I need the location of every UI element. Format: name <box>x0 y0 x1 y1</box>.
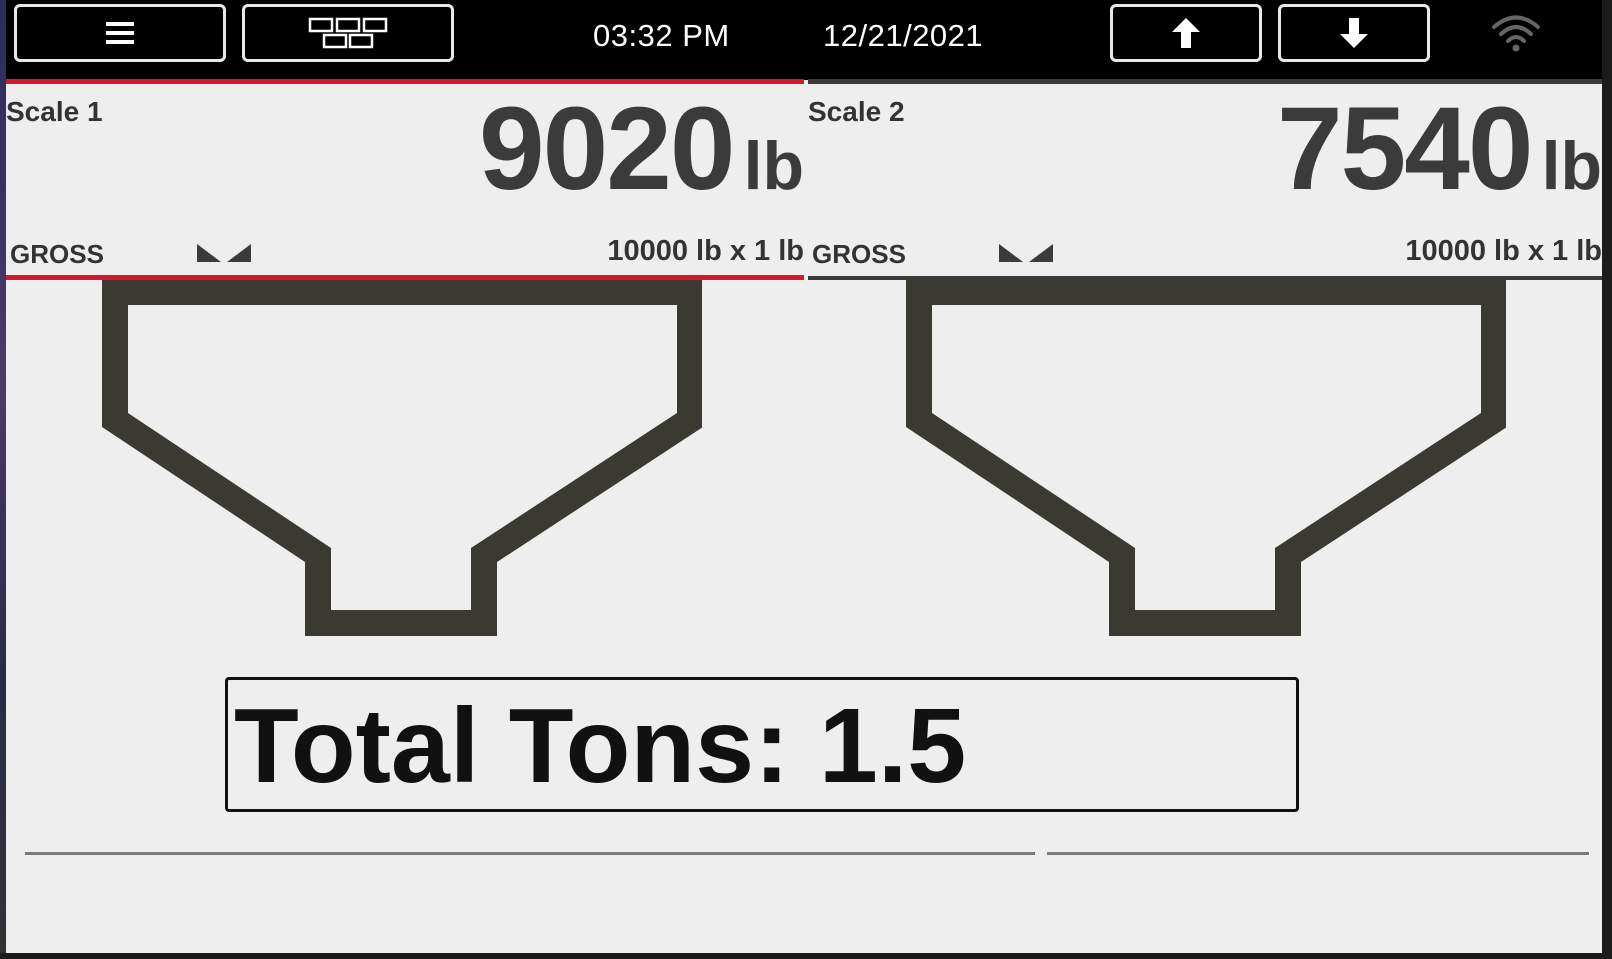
scale-2-capacity: 10000 lb x 1 lb <box>1405 235 1602 267</box>
bottom-divider-right <box>1047 852 1589 855</box>
scale-2-weight-unit: lb <box>1541 128 1602 204</box>
scale-1-weight-unit: lb <box>743 128 804 204</box>
scroll-up-button[interactable] <box>1110 4 1262 62</box>
menu-button[interactable] <box>14 4 226 62</box>
arrow-up-icon <box>1172 18 1200 48</box>
right-frame-edge <box>1602 0 1612 959</box>
scale-2-weight-display: 7540 lb <box>1277 90 1602 208</box>
hamburger-menu-icon <box>106 22 134 44</box>
wifi-icon <box>1492 15 1540 52</box>
bottom-divider-left <box>25 852 1035 855</box>
scale-indicator-screen: 03:32 PM 12/21/2021 Scale 1 9020 lb GROS… <box>0 0 1612 959</box>
scale-1-mode: GROSS <box>10 239 104 269</box>
top-bar: 03:32 PM 12/21/2021 <box>0 0 1612 80</box>
arrow-down-icon <box>1340 18 1368 48</box>
scale-grid-layout-icon <box>308 17 388 49</box>
hopper-icon <box>906 280 1506 636</box>
scale-1-name: Scale 1 <box>6 96 103 127</box>
current-time: 03:32 PM <box>593 18 730 53</box>
scale-1-panel[interactable]: Scale 1 9020 lb GROSS 10000 lb x 1 lb <box>6 79 804 280</box>
scale-1-capacity: 10000 lb x 1 lb <box>607 235 804 267</box>
scale-layout-button[interactable] <box>242 4 454 62</box>
current-date: 12/21/2021 <box>823 18 984 53</box>
scale-2-weight-value: 7540 <box>1277 83 1534 215</box>
scale-2-name: Scale 2 <box>808 96 905 127</box>
scale-1-weight-value: 9020 <box>479 83 736 215</box>
hopper-icon <box>102 280 702 636</box>
stable-indicator-icon <box>999 244 1053 262</box>
scale-1-weight-display: 9020 lb <box>479 90 804 208</box>
total-tons-box: Total Tons: 1.5 <box>225 677 1299 812</box>
total-tons-text: Total Tons: 1.5 <box>234 687 967 805</box>
bottom-frame-edge <box>0 953 1612 959</box>
scroll-down-button[interactable] <box>1278 4 1430 62</box>
scale-2-panel[interactable]: Scale 2 7540 lb GROSS 10000 lb x 1 lb <box>808 79 1602 280</box>
scale-2-mode: GROSS <box>812 239 906 269</box>
background-window-edge <box>0 0 6 959</box>
stable-indicator-icon <box>197 244 251 262</box>
